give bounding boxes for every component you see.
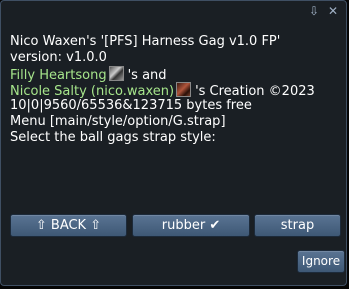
- prompt-line: Select the ball gags strap style:: [10, 130, 216, 145]
- creator-link-filly[interactable]: Filly Heartsong: [10, 68, 107, 83]
- menu-path-line: Menu [main/style/option/G.strap]: [10, 114, 226, 129]
- script-dialog: ⇩ ✕ Nico Waxen's '[PFS] Harness Gag v1.0…: [0, 0, 347, 286]
- object-name-line: Nico Waxen's '[PFS] Harness Gag v1.0 FP': [10, 34, 281, 49]
- rubber-button[interactable]: rubber ✔: [132, 214, 250, 237]
- dialog-message: Nico Waxen's '[PFS] Harness Gag v1.0 FP'…: [10, 34, 340, 146]
- ignore-button[interactable]: Ignore: [297, 250, 345, 273]
- avatar-icon: [176, 82, 192, 97]
- download-icon[interactable]: ⇩: [308, 5, 320, 17]
- creator-line-1: Filly Heartsong 's and: [10, 66, 340, 83]
- back-button[interactable]: ⇧ BACK ⇧: [10, 214, 127, 237]
- creator-line-2: Nicole Salty (nico.waxen) 's Creation ©20…: [10, 82, 340, 99]
- close-icon[interactable]: ✕: [327, 5, 339, 17]
- creator-link-nicole[interactable]: Nicole Salty (nico.waxen): [10, 84, 174, 99]
- title-icons: ⇩ ✕: [308, 5, 339, 17]
- memory-line: 10|0|9560/65536&123715 bytes free: [10, 98, 252, 113]
- creator-suffix-1: 's and: [127, 68, 167, 83]
- strap-button[interactable]: strap: [254, 214, 341, 237]
- creator-suffix-2: 's Creation ©2023: [195, 84, 315, 99]
- avatar-icon: [108, 66, 124, 81]
- version-line: version: v1.0.0: [10, 50, 107, 65]
